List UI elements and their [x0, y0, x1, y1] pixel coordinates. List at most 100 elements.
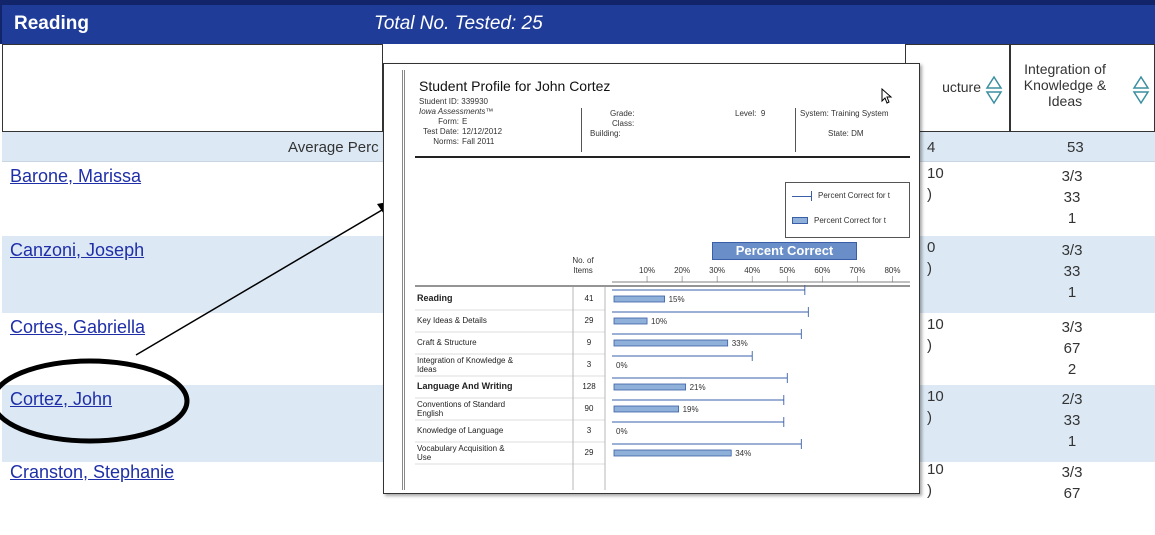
integration-percent: 33	[1063, 412, 1081, 429]
integration-ratio: 3/3	[1061, 464, 1083, 481]
structure-value: )	[927, 482, 932, 499]
bar-value-label: 10%	[651, 317, 667, 326]
bar-value-label: 0%	[616, 361, 628, 370]
level-label: Level:	[735, 109, 757, 118]
integration-percent: 33	[1063, 263, 1081, 280]
structure-value: 10	[927, 461, 944, 478]
profile-title: Student Profile for John Cortez	[419, 78, 611, 94]
structure-value: )	[927, 186, 932, 203]
x-tick-label: 70%	[849, 266, 865, 275]
row-item-count: 41	[585, 294, 594, 303]
integration-header-label: Integration of Knowledge & Ideas	[1023, 61, 1107, 109]
average-structure-value: 4	[927, 139, 936, 156]
row-label: Ideas	[417, 365, 437, 374]
legend-line-swatch	[792, 191, 812, 201]
structure-value: 10	[927, 316, 944, 333]
integration-score: 1	[1067, 284, 1077, 301]
form-label: Form:	[438, 117, 459, 126]
x-tick-label: 60%	[814, 266, 830, 275]
state-value: DM	[851, 129, 864, 138]
grade-label: Grade:	[610, 109, 635, 118]
sort-toggle-icon[interactable]	[985, 75, 1003, 105]
bar-value-label: 15%	[669, 295, 685, 304]
structure-value: 10	[927, 165, 944, 182]
student-link[interactable]: Cortez, John	[10, 389, 112, 410]
integration-cell: 3/3 33 1	[1050, 166, 1094, 229]
structure-value: )	[927, 260, 932, 277]
sort-toggle-icon[interactable]	[1132, 75, 1150, 105]
row-label: Vocabulary Acquisition &	[417, 444, 505, 453]
student-profile-popup: Student Profile for John Cortez Student …	[383, 63, 920, 494]
row-label: Integration of Knowledge &	[417, 356, 514, 365]
bar-value-label: 21%	[690, 383, 706, 392]
integration-score: 1	[1067, 433, 1077, 450]
subject-title: Reading	[14, 13, 89, 34]
test-date: 12/12/2012	[462, 127, 503, 136]
row-item-count: 3	[587, 360, 592, 369]
level-meta: Level: 9	[735, 109, 765, 119]
average-integration-value: 53	[1067, 139, 1084, 156]
student-id: 339930	[461, 97, 488, 106]
bar-value-label: 34%	[735, 449, 751, 458]
row-item-count: 9	[587, 338, 592, 347]
row-label: English	[417, 409, 443, 418]
craft-structure-header-label: ucture	[942, 79, 981, 95]
header-rule	[415, 156, 910, 158]
craft-structure-column-header[interactable]: ucture	[905, 44, 1010, 132]
state-label: State:	[828, 129, 849, 138]
row-item-count: 3	[587, 426, 592, 435]
assessment-name: Iowa Assessments™	[419, 107, 494, 116]
integration-cell: 3/3 33 1	[1050, 240, 1094, 303]
integration-ratio: 2/3	[1061, 391, 1083, 408]
row-label: Craft & Structure	[417, 338, 477, 347]
structure-value: 0	[927, 239, 936, 256]
bar-value-label: 33%	[732, 339, 748, 348]
total-tested: Total No. Tested: 25	[374, 13, 543, 34]
percent-bar	[613, 383, 687, 391]
student-link[interactable]: Cranston, Stephanie	[10, 462, 174, 483]
x-tick-label: 30%	[709, 266, 725, 275]
test-date-label: Test Date:	[422, 127, 459, 136]
row-label: Knowledge of Language	[417, 426, 504, 435]
percent-bar	[613, 449, 732, 457]
row-label: Reading	[417, 293, 453, 303]
percent-bar	[613, 317, 648, 325]
integration-ratio: 3/3	[1061, 168, 1083, 185]
percent-correct-chart: 10% 20% 30% 40% 50% 60% 70% 80%Reading 41 15%Key …	[415, 266, 910, 490]
x-tick-label: 50%	[779, 266, 795, 275]
row-label: Conventions of Standard	[417, 400, 505, 409]
meta-divider	[795, 108, 796, 152]
system-value: Training System	[830, 109, 889, 118]
x-tick-label: 10%	[639, 266, 655, 275]
row-item-count: 128	[582, 382, 596, 391]
chart-legend: Percent Correct for t Percent Correct fo…	[785, 182, 910, 238]
legend-item-bar: Percent Correct for t	[792, 216, 886, 225]
row-label: Language And Writing	[417, 381, 513, 391]
average-label: Average Perc	[288, 139, 379, 156]
bar-value-label: 0%	[616, 427, 628, 436]
form-value: E	[462, 117, 468, 126]
legend-bar-label: Percent Correct for t	[814, 216, 887, 225]
mouse-cursor-icon	[881, 88, 893, 104]
student-link[interactable]: Barone, Marissa	[10, 166, 141, 187]
meta-divider	[581, 108, 582, 152]
integration-cell: 2/3 33 1	[1050, 389, 1094, 452]
x-tick-label: 40%	[744, 266, 760, 275]
x-tick-label: 20%	[674, 266, 690, 275]
percent-bar	[613, 405, 680, 413]
integration-ratio: 3/3	[1061, 319, 1083, 336]
row-label: Use	[417, 453, 432, 462]
row-item-count: 90	[585, 404, 594, 413]
percent-bar	[613, 295, 665, 303]
integration-ratio: 3/3	[1061, 242, 1083, 259]
student-link[interactable]: Canzoni, Joseph	[10, 240, 144, 261]
legend-line-label: Percent Correct for t	[818, 191, 891, 201]
student-id-label: Student ID:	[419, 97, 460, 106]
integration-column-header[interactable]: Integration of Knowledge & Ideas	[1010, 44, 1155, 132]
student-link[interactable]: Cortes, Gabriella	[10, 317, 145, 338]
integration-score: 1	[1067, 210, 1077, 227]
percent-bar	[613, 339, 729, 347]
structure-value: 10	[927, 388, 944, 405]
percent-correct-header: Percent Correct	[712, 242, 857, 260]
class-label: Class:	[612, 119, 635, 128]
